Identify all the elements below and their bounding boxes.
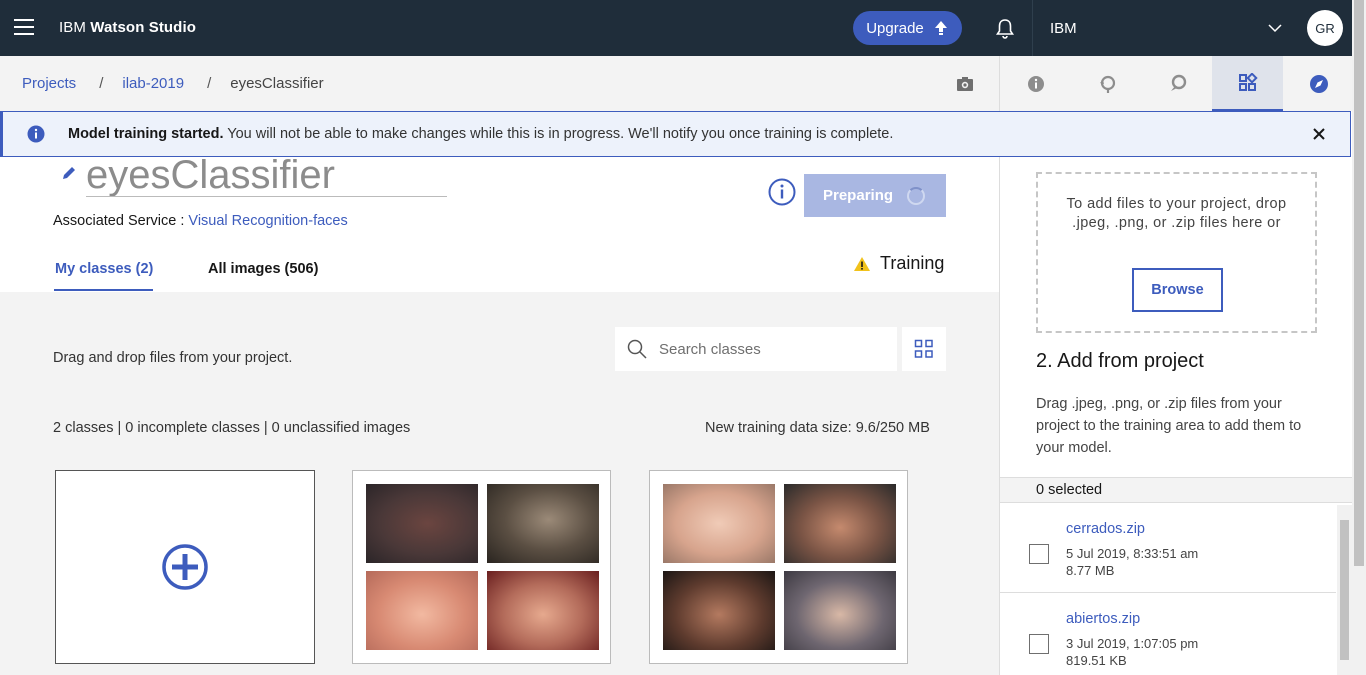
file-dropzone[interactable]: To add files to your project, drop .jpeg…	[1036, 172, 1317, 333]
grid-view-button[interactable]	[902, 327, 946, 371]
class-image	[366, 571, 478, 650]
class-image	[784, 571, 896, 650]
file-name[interactable]: abiertos.zip	[1066, 611, 1140, 627]
class-image	[487, 484, 599, 563]
upgrade-button[interactable]: Upgrade	[853, 11, 962, 45]
section-description: Drag .jpeg, .png, or .zip files from you…	[1036, 396, 1302, 456]
service-link[interactable]: Visual Recognition-faces	[188, 213, 347, 229]
notification-bell-icon[interactable]	[993, 17, 1017, 41]
edit-icon[interactable]	[61, 165, 77, 181]
close-icon[interactable]	[1312, 127, 1326, 141]
upgrade-arrow-icon	[934, 21, 947, 35]
data-grid-icon	[1238, 72, 1258, 91]
breadcrumb-current: eyesClassifier	[230, 75, 324, 92]
tab-assets[interactable]	[1212, 56, 1283, 111]
file-item[interactable]: abiertos.zip 3 Jul 2019, 1:07:05 pm 819.…	[1000, 594, 1336, 675]
subheader: Projects / ilab-2019 / eyesClassifier	[0, 56, 1352, 111]
file-date: 5 Jul 2019, 8:33:51 am	[1066, 546, 1199, 561]
class-card[interactable]	[649, 470, 908, 664]
breadcrumb-project[interactable]: ilab-2019	[122, 75, 184, 92]
breadcrumb-projects[interactable]: Projects	[22, 75, 76, 92]
avatar[interactable]: GR	[1307, 10, 1343, 46]
breadcrumb: Projects / ilab-2019 / eyesClassifier	[22, 75, 324, 92]
add-class-card[interactable]	[55, 470, 315, 664]
active-tab-indicator	[54, 289, 153, 291]
tab-history[interactable]	[1071, 56, 1142, 111]
scrollbar-thumb[interactable]	[1354, 0, 1364, 566]
classes-area: Drag and drop files from your project. S…	[0, 292, 999, 675]
file-checkbox[interactable]	[1029, 634, 1049, 654]
panel-scrollbar[interactable]	[1337, 505, 1352, 675]
page-scrollbar[interactable]	[1352, 0, 1366, 675]
section-title: 2. Add from project	[1036, 350, 1204, 372]
associated-service: Associated Service : Visual Recognition-…	[53, 213, 348, 229]
add-circle-icon	[162, 544, 208, 590]
upgrade-label: Upgrade	[866, 19, 924, 37]
search-field[interactable]: Search classes	[615, 327, 897, 371]
camera-icon[interactable]	[956, 76, 974, 92]
info-icon	[1027, 75, 1044, 92]
status-label: Training	[880, 253, 945, 273]
dropzone-text: To add files to your project, drop .jpeg…	[1066, 196, 1287, 231]
file-size: 8.77 MB	[1066, 563, 1115, 578]
history-icon	[1099, 75, 1115, 93]
account-switcher[interactable]: IBM	[1050, 20, 1077, 37]
class-card[interactable]	[352, 470, 611, 664]
file-name[interactable]: cerrados.zip	[1066, 521, 1145, 537]
tab-explore[interactable]	[1283, 56, 1354, 111]
menu-icon[interactable]	[14, 19, 34, 37]
app-title[interactable]: IBM Watson Studio	[59, 19, 196, 36]
class-stats: 2 classes | 0 incomplete classes | 0 unc…	[53, 420, 411, 436]
tab-info[interactable]	[1000, 56, 1071, 111]
file-item[interactable]: cerrados.zip 5 Jul 2019, 8:33:51 am 8.77…	[1000, 504, 1336, 593]
model-title[interactable]: eyesClassifier	[86, 153, 447, 197]
preparing-button[interactable]: Preparing	[804, 174, 946, 217]
info-circle-icon[interactable]	[768, 178, 796, 206]
class-image	[663, 571, 775, 650]
notification-message: Model training started. You will not be …	[68, 126, 894, 142]
tab-my-classes[interactable]: My classes (2)	[55, 261, 153, 277]
comment-icon	[1170, 74, 1186, 91]
warning-icon	[854, 256, 870, 271]
info-icon	[27, 125, 45, 143]
class-image	[784, 484, 896, 563]
tab-comments[interactable]	[1142, 56, 1213, 111]
compass-icon	[1309, 74, 1328, 93]
loading-spinner-icon	[907, 186, 926, 205]
search-input[interactable]: Search classes	[659, 341, 761, 358]
main-content: eyesClassifier Associated Service : Visu…	[0, 155, 999, 675]
top-bar: IBM Watson Studio Upgrade IBM GR	[0, 0, 1352, 56]
preparing-label: Preparing	[823, 187, 894, 204]
tab-all-images[interactable]: All images (506)	[208, 261, 318, 277]
drag-hint: Drag and drop files from your project.	[53, 350, 293, 366]
scrollbar-thumb[interactable]	[1340, 520, 1349, 660]
breadcrumb-separator: /	[207, 75, 212, 92]
file-checkbox[interactable]	[1029, 544, 1049, 564]
info-notification: Model training started. You will not be …	[0, 111, 1351, 157]
class-image	[663, 484, 775, 563]
panel-tabs	[999, 56, 1352, 111]
assets-panel: To add files to your project, drop .jpeg…	[999, 157, 1353, 675]
grid-icon	[914, 339, 933, 358]
browse-button[interactable]: Browse	[1132, 268, 1223, 312]
divider	[1032, 0, 1033, 56]
file-date: 3 Jul 2019, 1:07:05 pm	[1066, 636, 1199, 651]
class-image	[366, 484, 478, 563]
training-size: New training data size: 9.6/250 MB	[705, 420, 930, 436]
selected-count: 0 selected	[1000, 477, 1353, 503]
chevron-down-icon[interactable]	[1268, 23, 1282, 33]
file-size: 819.51 KB	[1066, 653, 1127, 668]
breadcrumb-separator: /	[99, 75, 104, 92]
search-icon	[627, 339, 647, 359]
training-status: Training	[853, 253, 944, 274]
class-image	[487, 571, 599, 650]
